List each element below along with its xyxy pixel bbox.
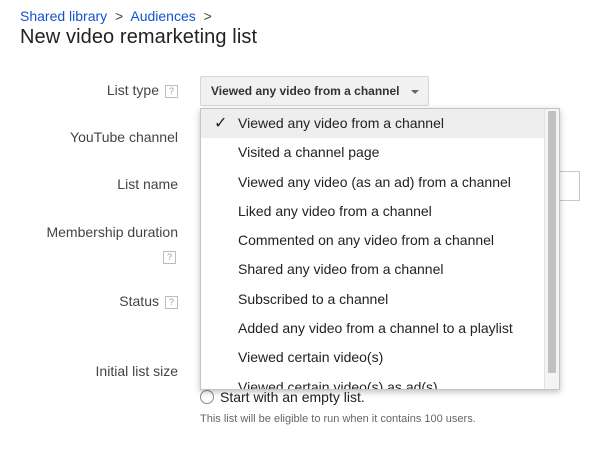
breadcrumb-separator: > — [203, 8, 212, 24]
dropdown-option[interactable]: Commented on any video from a channel — [201, 226, 545, 255]
dropdown-option-label: Visited a channel page — [238, 144, 380, 161]
breadcrumb: Shared library > Audiences > — [20, 8, 216, 24]
page: Shared library > Audiences > New video r… — [0, 0, 600, 450]
dropdown-option[interactable]: ✓ Viewed any video from a channel — [201, 109, 545, 139]
empty-list-radio-label: Start with an empty list. — [220, 389, 365, 405]
list-name-label: List name — [117, 176, 178, 192]
empty-list-radio[interactable] — [200, 390, 214, 404]
dropdown-option-label: Liked any video from a channel — [238, 202, 432, 219]
dropdown-option-label: Viewed any video (as an ad) from a chann… — [238, 173, 511, 190]
dropdown-options-list: ✓ Viewed any video from a channel Visited… — [201, 109, 545, 389]
breadcrumb-audiences[interactable]: Audiences — [130, 8, 195, 24]
list-type-label-row: List type? — [0, 82, 178, 98]
dropdown-option-label: Subscribed to a channel — [238, 290, 389, 307]
help-icon[interactable]: ? — [165, 84, 178, 98]
dropdown-option-label: Viewed certain video(s) as ad(s) — [238, 378, 438, 389]
status-label-row: Status? — [0, 293, 178, 309]
dropdown-option[interactable]: Viewed certain video(s) — [201, 343, 545, 372]
dropdown-option[interactable]: Added any video from a channel to a play… — [201, 314, 545, 343]
eligibility-hint: This list will be eligible to run when i… — [200, 413, 476, 425]
empty-list-radio-option[interactable]: Start with an empty list. — [200, 389, 365, 405]
help-icon[interactable]: ? — [163, 251, 176, 264]
dropdown-option[interactable]: Liked any video from a channel — [201, 197, 545, 226]
membership-duration-label: Membership duration — [46, 224, 178, 240]
dropdown-option[interactable]: Subscribed to a channel — [201, 285, 545, 314]
initial-list-size-label: Initial list size — [95, 363, 178, 379]
chevron-down-icon — [411, 90, 419, 94]
status-label: Status — [119, 293, 159, 309]
page-title: New video remarketing list — [20, 26, 258, 48]
list-type-dropdown-menu: ✓ Viewed any video from a channel Visited… — [200, 108, 560, 390]
dropdown-option[interactable]: Shared any video from a channel — [201, 255, 545, 284]
dropdown-option-label: Shared any video from a channel — [238, 261, 444, 278]
checkmark-icon: ✓ — [214, 115, 228, 132]
list-type-label: List type — [106, 82, 159, 98]
dropdown-option[interactable]: Viewed any video (as an ad) from a chann… — [201, 168, 545, 197]
dropdown-option-label: Viewed certain video(s) — [238, 349, 384, 366]
dropdown-option-label: Commented on any video from a channel — [238, 232, 495, 249]
dropdown-scrollbar[interactable] — [544, 109, 559, 389]
dropdown-option-label: Added any video from a channel to a play… — [238, 320, 513, 337]
help-icon[interactable]: ? — [165, 295, 178, 309]
list-type-select[interactable]: Viewed any video from a channel — [200, 76, 429, 106]
dropdown-option[interactable]: Viewed certain video(s) as ad(s) — [201, 373, 545, 389]
breadcrumb-separator: > — [115, 8, 124, 24]
youtube-channel-label: YouTube channel — [70, 129, 178, 145]
breadcrumb-shared-library[interactable]: Shared library — [20, 8, 107, 24]
list-type-selected-value: Viewed any video from a channel — [211, 84, 400, 98]
scrollbar-thumb[interactable] — [548, 111, 556, 373]
dropdown-option-label: Viewed any video from a channel — [238, 115, 444, 131]
dropdown-option[interactable]: Visited a channel page — [201, 138, 545, 167]
